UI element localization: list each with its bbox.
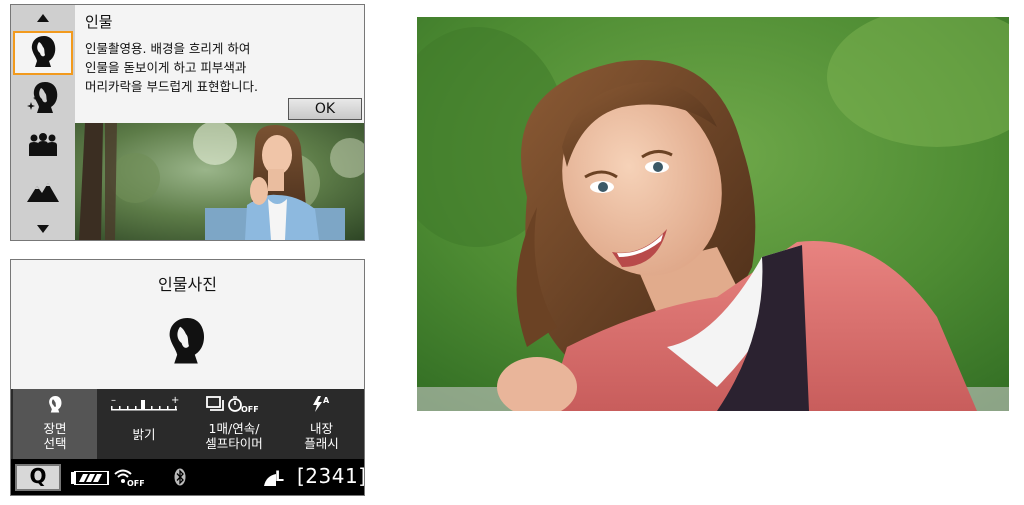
svg-text:OFF: OFF: [127, 479, 144, 487]
scene-title: 인물: [85, 13, 113, 31]
shooting-mode-title: 인물사진: [158, 275, 217, 294]
scene-select-label-line-1: 장면: [43, 421, 67, 436]
scroll-up-arrow-icon[interactable]: [11, 7, 75, 29]
scene-description-line-1: 인물촬영용. 배경을 흐리게 하여: [85, 41, 251, 56]
scene-select-label-line-2: 선택: [43, 436, 67, 451]
scene-description-line-3: 머리카락을 부드럽게 표현합니다.: [85, 79, 258, 94]
drive-mode-label-line-2: 셀프타이머: [205, 436, 263, 451]
scene-item-smooth-skin[interactable]: [13, 77, 73, 121]
svg-text:OFF: OFF: [241, 405, 259, 413]
smooth-skin-icon: [27, 80, 59, 118]
flash-label-line-2: 플래시: [304, 436, 339, 451]
quick-control-button[interactable]: Q: [15, 464, 61, 491]
drive-self-timer-icon: OFF: [206, 395, 262, 417]
svg-text:–: –: [111, 395, 116, 406]
portrait-icon: [163, 315, 209, 369]
sample-portrait-photo: [417, 17, 1009, 411]
scene-description-panel: 인물 인물촬영용. 배경을 흐리게 하여 인물을 돋보이게 하고 피부색과 머리…: [75, 5, 364, 123]
quick-settings-bar: 장면 선택 – + 밝기 OFF 1매/연속/ 셀프타이머 A 내장 플래시: [11, 389, 364, 459]
group-photo-icon: [28, 132, 58, 162]
scene-item-group-photo[interactable]: [13, 125, 73, 169]
flash-auto-icon: A: [311, 395, 333, 417]
portrait-icon: [28, 34, 58, 72]
flash-setting[interactable]: A 내장 플래시: [279, 389, 364, 459]
drive-mode-setting[interactable]: OFF 1매/연속/ 셀프타이머: [189, 389, 279, 459]
scroll-down-arrow-icon[interactable]: [11, 218, 75, 240]
svg-text:A: A: [323, 396, 330, 405]
brightness-scale-icon: – +: [109, 395, 179, 417]
wifi-off-icon: OFF: [114, 467, 145, 491]
landscape-icon: [27, 180, 59, 206]
scene-sidebar: [11, 5, 75, 240]
brightness-label: 밝기: [132, 427, 156, 442]
scene-description-line-2: 인물을 돋보이게 하고 피부색과: [85, 60, 247, 75]
battery-full-icon: [71, 470, 109, 489]
quick-control-screen: 인물사진 장면 선택 – + 밝기 OFF 1매/연속/ 셀프타이머 A 내장 …: [10, 259, 365, 496]
scene-sample-photo: [75, 123, 364, 240]
ok-button[interactable]: OK: [288, 98, 362, 120]
svg-text:+: +: [171, 395, 179, 406]
drive-mode-label-line-1: 1매/연속/: [208, 421, 260, 436]
brightness-setting[interactable]: – + 밝기: [99, 389, 189, 459]
flash-label-line-1: 내장: [309, 421, 333, 436]
image-quality-label: L: [275, 469, 284, 485]
scene-select-setting[interactable]: 장면 선택: [13, 389, 97, 459]
bluetooth-icon: [174, 468, 186, 490]
shots-remaining: [2341]: [297, 464, 365, 488]
scene-item-portrait[interactable]: [13, 31, 73, 75]
scene-item-landscape[interactable]: [13, 171, 73, 215]
portrait-icon: [47, 395, 63, 417]
status-bar: Q OFF L [2341]: [11, 459, 364, 495]
scene-selection-menu: 인물 인물촬영용. 배경을 흐리게 하여 인물을 돋보이게 하고 피부색과 머리…: [10, 4, 365, 241]
